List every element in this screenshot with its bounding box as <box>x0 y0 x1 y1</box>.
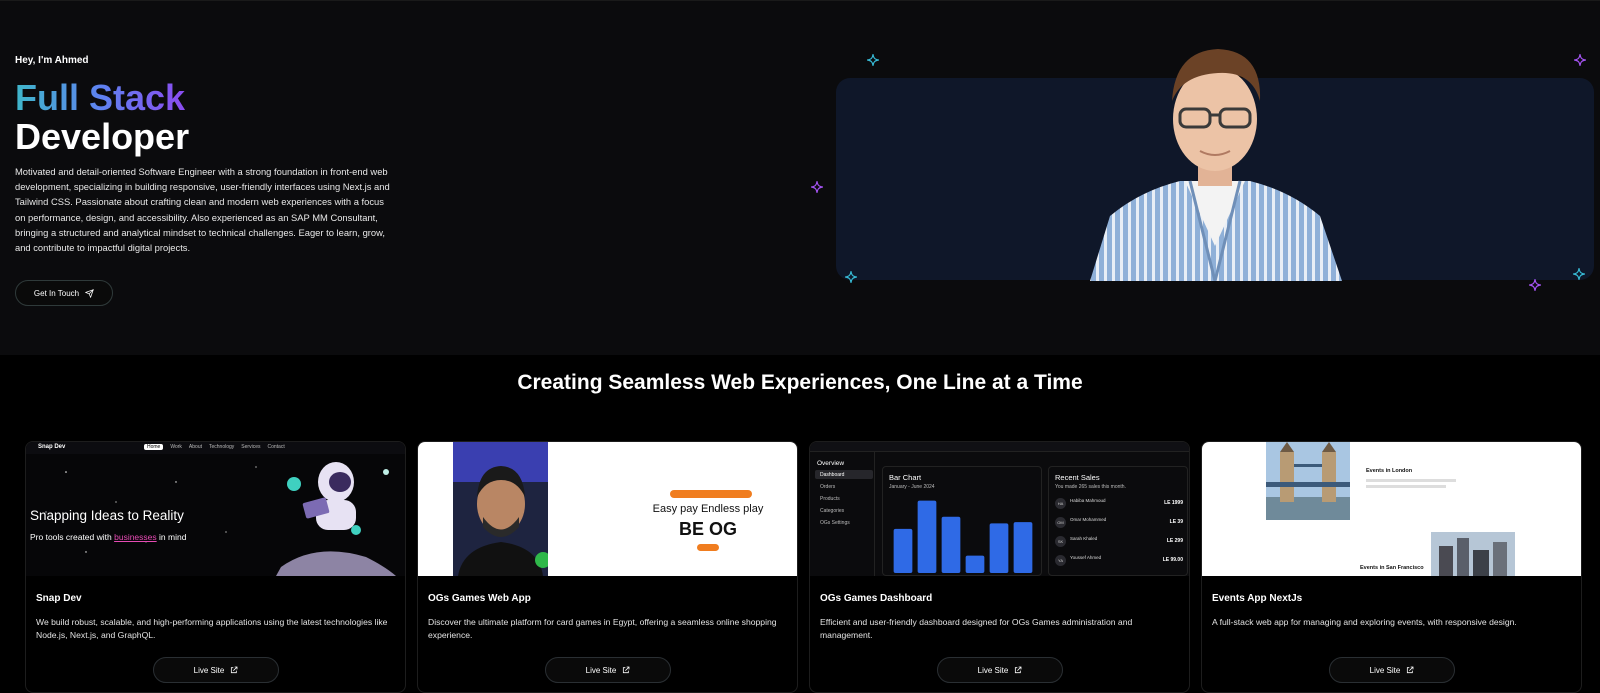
title-line-1: Full Stack <box>15 77 186 118</box>
bar-chart <box>893 500 1033 573</box>
live-site-label: Live Site <box>193 665 225 675</box>
get-in-touch-label: Get In Touch <box>33 288 80 298</box>
thumb-nav-item: Categories <box>820 508 845 514</box>
live-site-label: Live Site <box>1369 665 1401 675</box>
external-link-icon <box>1407 666 1414 674</box>
bar-april <box>965 555 985 573</box>
thumb-nav-item: Dashboard <box>820 472 845 478</box>
thumb-sub-after: in mind <box>159 532 187 542</box>
project-title: Snap Dev <box>36 593 82 604</box>
sparkle-icon <box>1574 54 1586 66</box>
section-title: Creating Seamless Web Experiences, One L… <box>517 371 1083 394</box>
thumb-headline: Snapping Ideas to Reality <box>30 508 184 523</box>
thumb-event-1: Events in London <box>1366 468 1413 474</box>
sales-amount: LE 299 <box>1166 538 1183 544</box>
bar-chart-panel: Bar Chart January - June 2024 <box>882 466 1042 576</box>
hero-description: Motivated and detail-oriented Software E… <box>15 166 390 254</box>
project-description: Discover the ultimate platform for card … <box>428 617 777 640</box>
external-link-icon <box>1015 666 1022 674</box>
project-title: Events App NextJs <box>1212 593 1303 604</box>
thumb-nav-item: Products <box>820 496 840 502</box>
bar-june <box>1013 522 1033 573</box>
project-card-ogs-web-app: Easy pay Endless play BE OG OGs Games We… <box>417 441 798 693</box>
live-site-button[interactable]: Live Site <box>545 657 671 683</box>
sales-amount: LE 99.00 <box>1162 557 1183 563</box>
live-site-button[interactable]: Live Site <box>1329 657 1455 683</box>
live-site-button[interactable]: Live Site <box>937 657 1063 683</box>
sparkle-icon <box>1529 279 1541 291</box>
project-card-events-app: Events in London Events in San Francisco… <box>1201 441 1582 693</box>
thumb-sub-before: Pro tools created with <box>30 532 112 542</box>
bar-february <box>917 500 937 573</box>
sales-row: OM Omar Mohammed LE 39 <box>1055 516 1183 530</box>
profile-photo <box>1090 49 1342 281</box>
avatar: SK <box>1055 536 1066 547</box>
project-thumbnail[interactable]: Overview Dashboard Orders Products Categ… <box>810 442 1189 576</box>
project-card-snap-dev: Snap Dev Home Work About Technology Serv… <box>25 441 406 693</box>
project-card-ogs-dashboard: Overview Dashboard Orders Products Categ… <box>809 441 1190 693</box>
project-thumbnail[interactable]: Snap Dev Home Work About Technology Serv… <box>26 442 405 576</box>
external-link-icon <box>623 666 630 674</box>
thumb-subline: Pro tools created with businesses in min… <box>30 532 186 542</box>
sparkle-icon <box>811 181 823 193</box>
project-title: OGs Games Dashboard <box>820 593 933 604</box>
live-site-button[interactable]: Live Site <box>153 657 279 683</box>
thumb-headline: BE OG <box>678 519 737 539</box>
project-thumbnail[interactable]: Events in London Events in San Francisco <box>1202 442 1581 576</box>
title-line-2: Developer <box>15 116 190 157</box>
sales-name: Sarah Khaled <box>1070 536 1098 541</box>
live-site-label: Live Site <box>585 665 617 675</box>
external-link-icon <box>231 666 238 674</box>
promo-button <box>697 544 719 551</box>
san-francisco-photo <box>1431 532 1515 576</box>
project-description: Efficient and user-friendly dashboard de… <box>820 617 1133 640</box>
bar-january <box>893 528 913 573</box>
bar-march <box>941 516 961 573</box>
greeting: Hey, I'm Ahmed <box>15 55 89 66</box>
sales-row: YA Youssef Ahmed LE 99.00 <box>1055 554 1183 568</box>
sales-row: SK Sarah Khaled LE 299 <box>1055 535 1183 549</box>
sales-name: Youssef Ahmed <box>1070 555 1102 560</box>
sparkle-icon <box>845 271 857 283</box>
london-photo <box>1266 442 1350 520</box>
recent-sales-panel: Recent Sales You made 265 sales this mon… <box>1048 466 1188 576</box>
sales-subtitle: You made 265 sales this month. <box>1055 484 1126 490</box>
thumb-event-2: Events in San Francisco <box>1360 565 1424 571</box>
sales-row: HA Habiba Mahmoud LE 1999 <box>1055 497 1183 511</box>
get-in-touch-button[interactable]: Get In Touch <box>15 280 113 306</box>
send-icon <box>85 288 94 298</box>
sales-amount: LE 39 <box>1169 519 1183 525</box>
thumb-nav-item: OGs Settings <box>820 520 850 526</box>
thumb-nav-title: Overview <box>817 460 845 467</box>
thumb-sidebar: Overview Dashboard Orders Products Categ… <box>810 452 875 576</box>
thumb-portrait <box>453 442 548 576</box>
hero-section: Hey, I'm Ahmed Full Stack Developer Moti… <box>0 0 1600 355</box>
thumb-nav-item: Orders <box>820 484 836 490</box>
avatar: YA <box>1055 555 1066 566</box>
sales-title: Recent Sales <box>1055 473 1100 482</box>
live-site-label: Live Site <box>977 665 1009 675</box>
sales-name: Habiba Mahmoud <box>1070 498 1106 503</box>
bar-may <box>989 523 1009 573</box>
sales-name: Omar Mohammed <box>1070 517 1107 522</box>
avatar: HA <box>1055 498 1066 509</box>
avatar: OM <box>1055 517 1066 528</box>
project-description: A full-stack web app for managing and ex… <box>1212 617 1517 627</box>
sparkle-icon <box>867 54 879 66</box>
thumb-sub-highlight: businesses <box>114 532 157 542</box>
project-title: OGs Games Web App <box>428 593 531 604</box>
promo-pill <box>670 490 752 498</box>
project-thumbnail[interactable]: Easy pay Endless play BE OG <box>418 442 797 576</box>
thumb-tagline: Easy pay Endless play <box>652 503 764 515</box>
project-description: We build robust, scalable, and high-perf… <box>36 617 388 640</box>
sales-amount: LE 1999 <box>1164 500 1183 506</box>
sparkle-icon <box>1573 268 1585 280</box>
